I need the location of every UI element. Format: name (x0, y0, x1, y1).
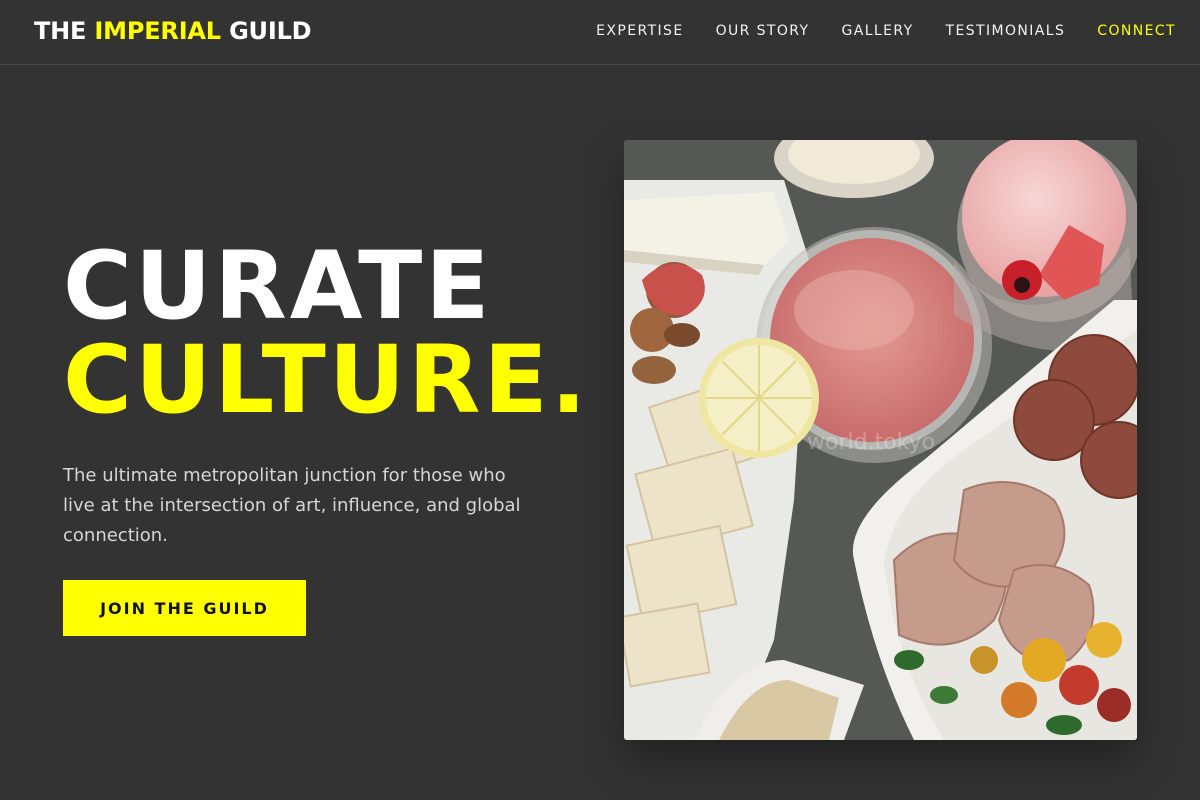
nav-link-testimonials[interactable]: TESTIMONIALS (946, 22, 1066, 40)
hero-title-line2: CULTURE. (63, 326, 590, 435)
brand-logo[interactable]: THE IMPERIAL GUILD (34, 16, 312, 46)
nav-link-connect[interactable]: CONNECT (1097, 22, 1176, 40)
hero-subtitle: The ultimate metropolitan junction for t… (63, 465, 521, 546)
brand-suffix: GUILD (229, 17, 312, 45)
hero-title: CURATE CULTURE. (63, 240, 589, 428)
hero-photo: world.tokyo (624, 140, 1137, 740)
main-nav: EXPERTISE OUR STORY GALLERY TESTIMONIALS… (564, 22, 1176, 40)
nav-link-expertise[interactable]: EXPERTISE (596, 22, 683, 40)
brand-highlight: IMPERIAL (94, 17, 221, 45)
photo-watermark: world.tokyo (807, 430, 936, 455)
nav-link-our-story[interactable]: OUR STORY (716, 22, 810, 40)
nav-link-gallery[interactable]: GALLERY (841, 22, 913, 40)
brand-prefix: THE (34, 17, 87, 45)
join-guild-button[interactable]: JOIN THE GUILD (63, 580, 306, 636)
hero-title-line1: CURATE (63, 232, 493, 341)
site-header: THE IMPERIAL GUILD EXPERTISE OUR STORY G… (0, 0, 1200, 65)
